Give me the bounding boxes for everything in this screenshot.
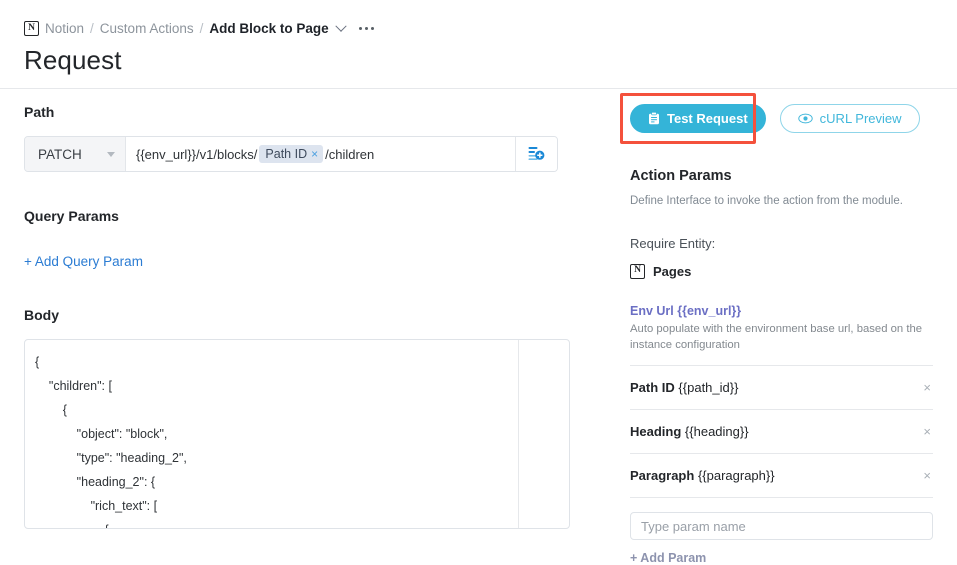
notion-logo-icon: N (24, 21, 39, 36)
require-entity-label: Require Entity: (630, 235, 716, 251)
curl-preview-label: cURL Preview (819, 111, 902, 126)
test-request-wrapper: Test Request (620, 93, 766, 144)
editor-vertical-divider (518, 340, 519, 528)
app-page: N Notion / Custom Actions / Add Block to… (0, 0, 957, 565)
param-label: Path ID {{path_id}} (630, 380, 738, 395)
test-request-button[interactable]: Test Request (630, 104, 766, 133)
breadcrumb-item-notion[interactable]: Notion (45, 21, 84, 36)
path-prefix-text: {{env_url}}/v1/blocks/ (136, 146, 258, 162)
entity-row: N Pages (630, 263, 933, 279)
chevron-down-icon (107, 151, 115, 157)
add-query-param-link[interactable]: + Add Query Param (24, 254, 143, 269)
request-panel: Path PATCH {{env_url}}/v1/blocks/ Path I… (24, 104, 584, 529)
body-code-editor[interactable]: { "children": [ { "object": "block", "ty… (24, 339, 570, 529)
param-list: Path ID {{path_id}} × Heading {{heading}… (630, 365, 933, 499)
title-divider (0, 88, 957, 89)
breadcrumb-item-custom-actions[interactable]: Custom Actions (100, 21, 194, 36)
param-row[interactable]: Path ID {{path_id}} × (630, 365, 933, 409)
path-input[interactable]: {{env_url}}/v1/blocks/ Path ID × /childr… (126, 137, 515, 171)
chevron-down-icon[interactable] (334, 20, 347, 32)
remove-param-icon[interactable]: × (923, 468, 933, 483)
add-variable-icon (528, 146, 545, 160)
curl-preview-button[interactable]: cURL Preview (779, 104, 920, 133)
param-variable: {{heading}} (684, 424, 749, 440)
path-id-chip[interactable]: Path ID × (259, 145, 324, 163)
breadcrumb-separator: / (90, 21, 94, 36)
breadcrumb-item-current[interactable]: Add Block to Page (209, 21, 328, 36)
body-code-text: { "children": [ { "object": "block", "ty… (35, 355, 187, 528)
param-name-input[interactable] (630, 512, 933, 541)
param-name: Paragraph (630, 468, 695, 484)
query-params-label: Query Params (24, 208, 119, 224)
breadcrumb-separator-2: / (199, 21, 204, 36)
param-name: Heading (630, 424, 682, 440)
action-buttons-row: Test Request cURL Preview (620, 93, 933, 144)
remove-param-icon[interactable]: × (923, 380, 933, 395)
insert-variable-button[interactable] (515, 137, 557, 171)
param-row[interactable]: Heading {{heading}} × (630, 409, 933, 453)
param-list-bottom-divider (630, 497, 933, 499)
param-label: Paragraph {{paragraph}} (630, 468, 775, 483)
action-params-title: Action Params (630, 168, 732, 184)
eye-icon (797, 113, 813, 124)
page-title: Request (24, 45, 122, 75)
env-url-title[interactable]: Env Url {{env_url}} (630, 304, 933, 318)
param-variable: {{path_id}} (678, 380, 739, 396)
body-label: Body (24, 307, 59, 323)
path-id-chip-label: Path ID (265, 147, 308, 161)
path-suffix-text: /children (325, 146, 375, 162)
close-icon[interactable]: × (311, 148, 318, 160)
test-request-label: Test Request (667, 111, 748, 126)
remove-param-icon[interactable]: × (923, 424, 933, 439)
param-variable: {{paragraph}} (697, 468, 775, 484)
add-param-link[interactable]: + Add Param (630, 551, 706, 565)
action-params-panel: Test Request cURL Preview Action Params … (620, 93, 933, 565)
param-label: Heading {{heading}} (630, 424, 749, 439)
env-url-block: Env Url {{env_url}} Auto populate with t… (630, 304, 933, 354)
param-name: Path ID (630, 380, 675, 396)
env-url-description: Auto populate with the environment base … (630, 322, 923, 352)
entity-name: Pages (653, 263, 692, 279)
path-section-label: Path (24, 104, 55, 120)
path-field-group: PATCH {{env_url}}/v1/blocks/ Path ID × /… (24, 136, 558, 172)
http-method-select[interactable]: PATCH (25, 137, 126, 171)
param-row[interactable]: Paragraph {{paragraph}} × (630, 453, 933, 497)
breadcrumb: N Notion / Custom Actions / Add Block to… (24, 20, 374, 36)
notion-logo-icon: N (630, 263, 645, 279)
more-options-icon[interactable] (358, 26, 374, 31)
http-method-value: PATCH (38, 146, 82, 162)
action-params-subtitle: Define Interface to invoke the action fr… (630, 195, 903, 207)
clipboard-icon (649, 112, 659, 125)
